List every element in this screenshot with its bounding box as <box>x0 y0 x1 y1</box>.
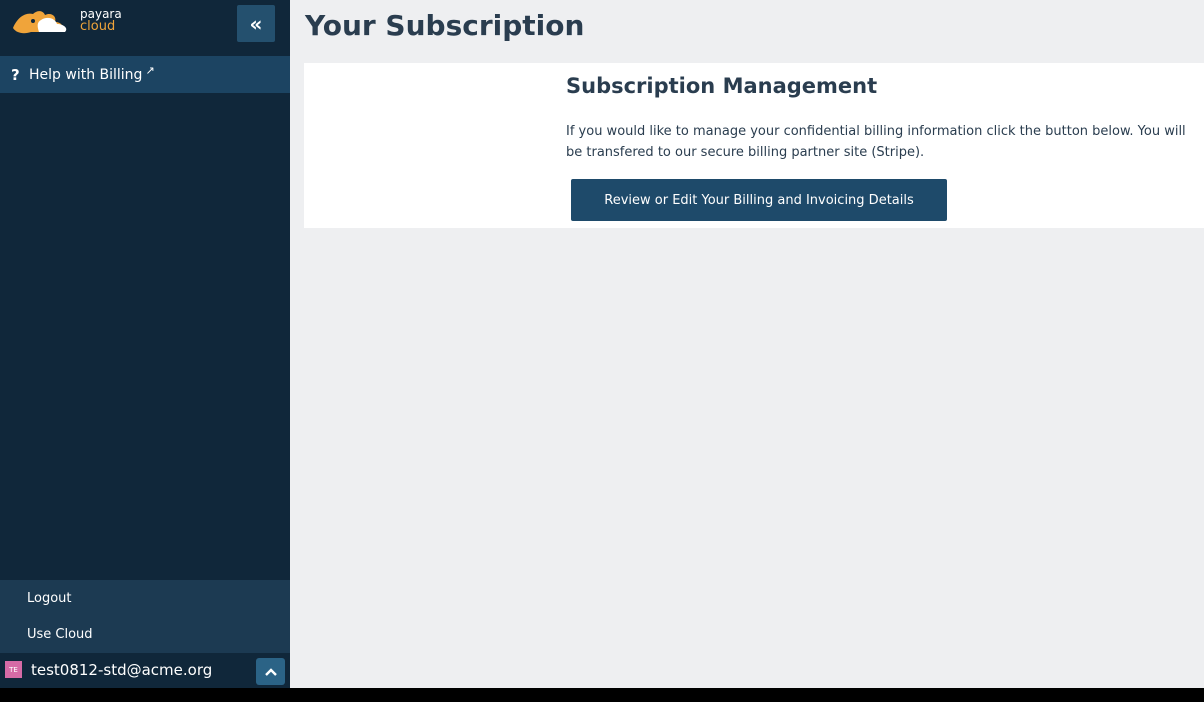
page-title: Your Subscription <box>305 9 585 42</box>
sidebar-footer: Logout Use Cloud TE test0812-std@acme.or… <box>0 580 290 688</box>
brand-subname: cloud <box>80 19 116 34</box>
card-title: Subscription Management <box>566 74 878 98</box>
app-window: payara cloud « ? Help with Billing ↗ Log… <box>0 0 1204 688</box>
main-content: Your Subscription Subscription Managemen… <box>290 0 1204 688</box>
review-billing-button[interactable]: Review or Edit Your Billing and Invoicin… <box>571 179 947 221</box>
subscription-management-card: Subscription Management If you would lik… <box>304 63 1204 228</box>
sidebar-item-help-with-billing[interactable]: ? Help with Billing ↗ <box>0 56 290 93</box>
user-email: test0812-std@acme.org <box>31 661 213 679</box>
card-description: If you would like to manage your confide… <box>566 124 1186 160</box>
chevron-up-icon <box>264 667 277 676</box>
double-chevron-left-icon: « <box>249 11 263 36</box>
external-link-icon: ↗ <box>145 64 155 77</box>
logout-link[interactable]: Logout <box>27 591 72 606</box>
user-account-row[interactable]: TE test0812-std@acme.org <box>0 653 290 688</box>
collapse-sidebar-button[interactable]: « <box>237 5 275 42</box>
sidebar-item-label: Help with Billing <box>29 66 143 83</box>
user-menu-toggle-button[interactable] <box>256 658 285 685</box>
sidebar: payara cloud « ? Help with Billing ↗ Log… <box>0 0 290 688</box>
avatar: TE <box>5 661 22 678</box>
question-icon: ? <box>11 65 20 84</box>
fish-logo-icon <box>13 11 67 34</box>
payara-cloud-logo[interactable]: payara cloud <box>11 6 122 36</box>
sidebar-header: payara cloud « <box>0 0 290 54</box>
use-cloud-link[interactable]: Use Cloud <box>27 627 93 642</box>
